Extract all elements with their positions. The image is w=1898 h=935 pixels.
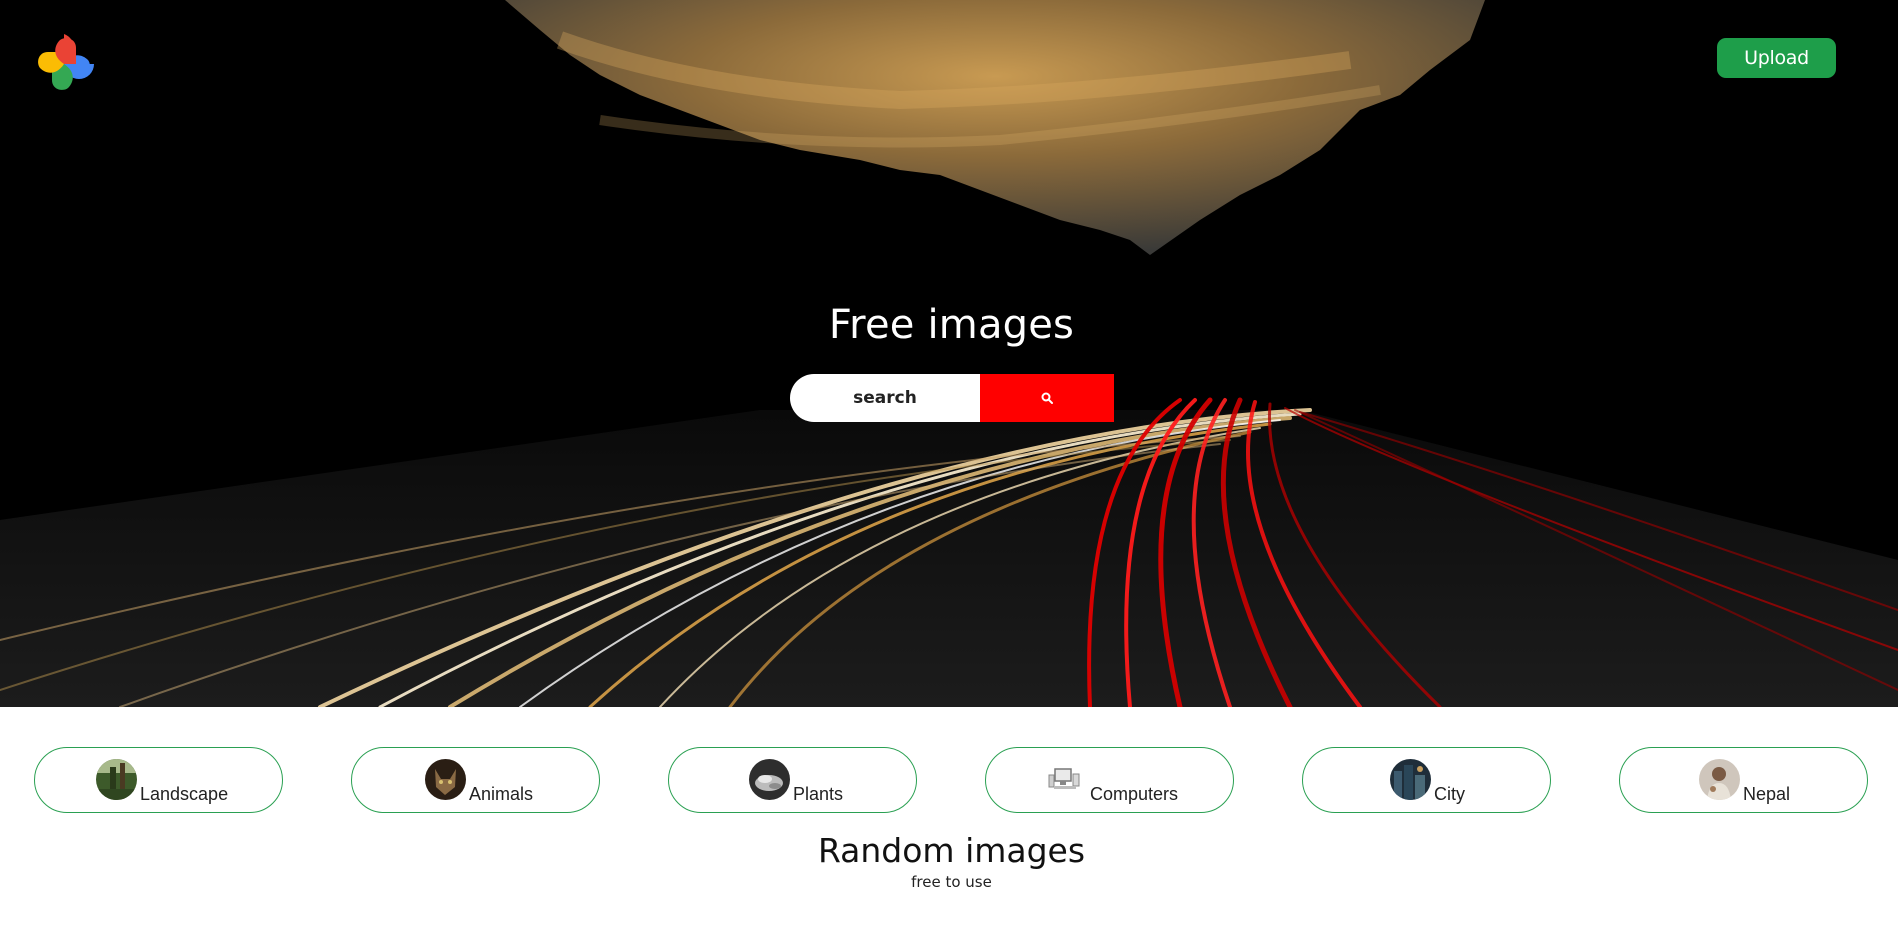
category-label: Landscape [140,784,229,804]
plants-thumbnail [749,759,790,800]
category-city[interactable]: City [1302,747,1551,813]
landscape-thumbnail [96,759,137,800]
computers-thumbnail [1045,759,1086,800]
hero-title: Free images [828,302,1075,348]
hero-background-image [0,0,1898,707]
hero-banner: Upload Free images [0,0,1898,707]
category-label: City [1434,784,1465,804]
animals-thumbnail [425,759,466,800]
category-list: Landscape Animals Plants Computers City … [0,747,1898,814]
category-landscape[interactable]: Landscape [34,747,283,813]
category-animals[interactable]: Animals [351,747,600,813]
upload-button[interactable]: Upload [1717,38,1836,78]
section-title: Random images [817,831,1086,870]
category-label: Computers [1090,784,1179,804]
pinwheel-logo-icon[interactable] [32,32,96,96]
nepal-thumbnail [1699,759,1740,800]
search-input[interactable] [790,374,980,422]
category-nepal[interactable]: Nepal [1619,747,1868,813]
search-bar [790,374,1114,422]
category-label: Plants [793,784,844,804]
category-label: Animals [469,784,534,804]
city-thumbnail [1390,759,1431,800]
category-label: Nepal [1743,784,1791,804]
category-plants[interactable]: Plants [668,747,917,813]
search-button[interactable] [980,374,1114,422]
category-computers[interactable]: Computers [985,747,1234,813]
search-icon [1041,392,1053,404]
section-subtitle: free to use [911,873,992,891]
